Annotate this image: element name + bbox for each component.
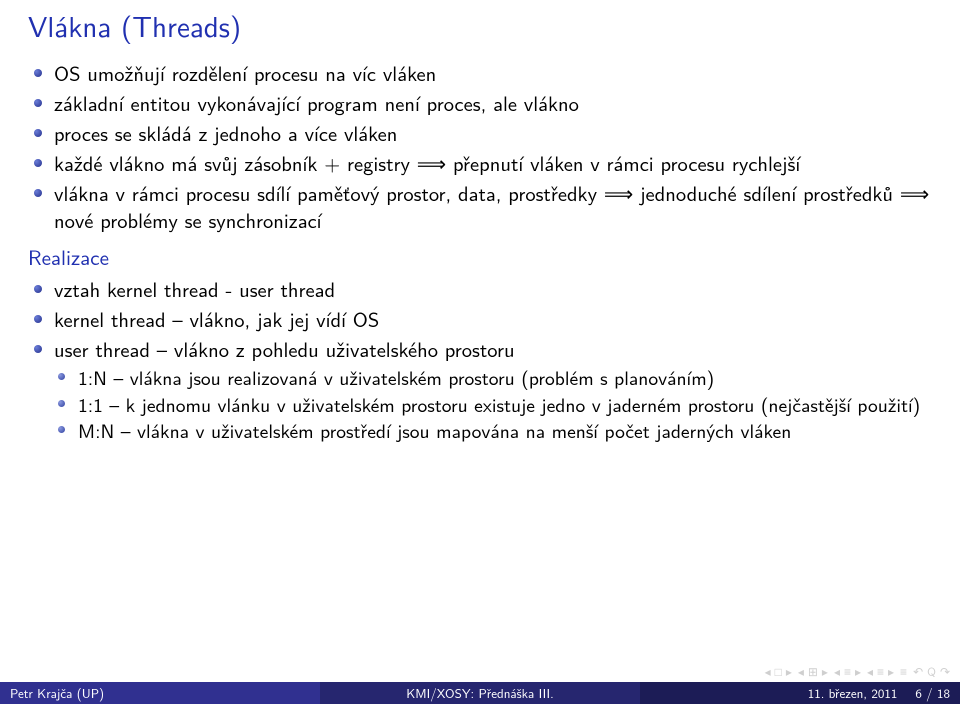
nav-frame-icon[interactable]: ◂ □ ▸: [765, 662, 792, 680]
bullet-list-1: OS umožňují rozdělení procesu na víc vlá…: [28, 60, 932, 234]
list-item-label: user thread – vlákno z pohledu uživatels…: [54, 334, 515, 364]
footer: Petr Krajča (UP) KMI/XOSY: Přednáška III…: [0, 682, 960, 704]
footer-title: KMI/XOSY: Přednáška III.: [320, 682, 640, 704]
slide-title: Vlákna (Threads): [28, 4, 932, 46]
nav-section-icon[interactable]: ◂ ≡ ▸: [834, 662, 861, 680]
beamer-nav-icons[interactable]: ◂ □ ▸ ◂ ⊞ ▸ ◂ ≡ ▸ ◂ ≡ ▸ ≡ ↶ Q ↷: [765, 662, 950, 680]
list-item: OS umožňují rozdělení procesu na víc vlá…: [28, 60, 932, 87]
nav-subsection-icon[interactable]: ◂ ⊞ ▸: [798, 662, 828, 680]
list-item: 1:1 – k jednomu vlánku v uživatelském pr…: [54, 392, 932, 417]
bullet-list-3: 1:N – vlákna jsou realizovaná v uživatel…: [54, 365, 932, 443]
list-item: M:N – vlákna v uživatelském prostředí js…: [54, 418, 932, 443]
nav-doc-icon[interactable]: ◂ ≡ ▸: [867, 662, 894, 680]
list-item: proces se skládá z jednoho a více vláken: [28, 120, 932, 147]
list-item: user thread – vlákno z pohledu uživatels…: [28, 336, 932, 443]
nav-back-forward-icon[interactable]: ↶ Q ↷: [913, 662, 950, 680]
list-item: vlákna v rámci procesu sdílí paměťový pr…: [28, 180, 932, 234]
nav-appendix-icon[interactable]: ≡: [900, 662, 907, 680]
list-item: vztah kernel thread - user thread: [28, 276, 932, 303]
bullet-list-2: vztah kernel thread - user thread kernel…: [28, 276, 932, 443]
footer-author: Petr Krajča (UP): [0, 682, 320, 704]
list-item: každé vlákno má svůj zásobník + registry…: [28, 150, 932, 177]
list-item: 1:N – vlákna jsou realizovaná v uživatel…: [54, 365, 932, 390]
list-item: kernel thread – vlákno, jak jej vídí OS: [28, 306, 932, 333]
footer-right: 11. březen, 2011 6 / 18: [640, 682, 960, 704]
list-item: základní entitou vykonávající program ne…: [28, 90, 932, 117]
subheading: Realizace: [28, 242, 932, 272]
